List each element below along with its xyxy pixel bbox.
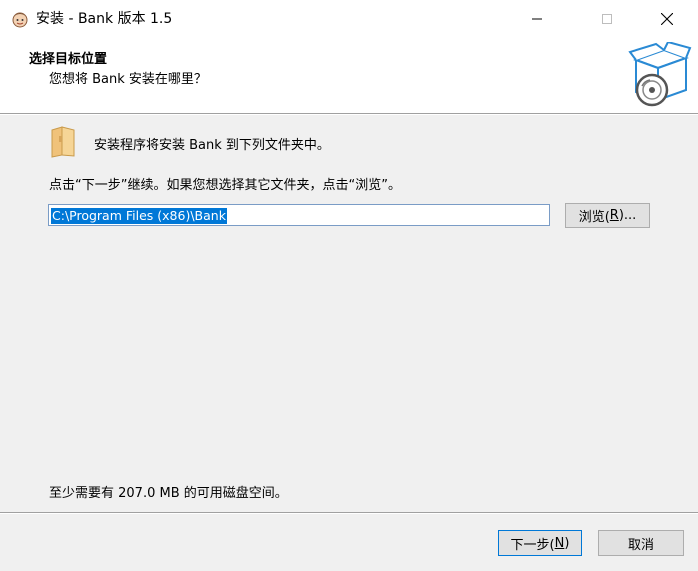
window-title: 安装 - Bank 版本 1.5 [36,11,173,27]
close-button[interactable] [644,0,690,38]
cancel-label: 取消 [627,537,654,553]
browse-label-pre: 浏览( [578,210,610,225]
browse-label-accelerator: R [609,208,619,223]
install-directory-value[interactable]: C:\Program Files (x86)\Bank [51,208,227,224]
browse-label-post: )... [618,208,637,223]
close-icon [661,13,673,25]
software-box-cd-icon [628,42,692,107]
page-subtitle: 您想将 Bank 安装在哪里？ [49,72,207,87]
cancel-button[interactable]: 取消 [598,530,684,556]
page-title: 选择目标位置 [29,52,108,67]
install-directory-input[interactable]: C:\Program Files (x86)\Bank [48,204,550,226]
next-label-pre: 下一步( [510,537,555,553]
title-bar[interactable]: 安装 - Bank 版本 1.5 [0,0,698,38]
next-button[interactable]: 下一步(N) [498,530,582,556]
browse-button[interactable]: 浏览(R)... [565,203,650,228]
instruction-text: 点击“下一步”继续。如果您想选择其它文件夹，点击“浏览”。 [49,178,401,193]
header-divider-highlight [0,114,698,115]
disk-space-requirement: 至少需要有 207.0 MB 的可用磁盘空间。 [49,486,288,501]
maximize-button[interactable] [584,0,630,38]
minimize-button[interactable] [514,0,560,38]
minimize-icon [532,18,542,20]
next-label-post: ) [564,535,570,551]
install-destination-info: 安装程序将安装 Bank 到下列文件夹中。 [94,138,330,153]
folder-icon [51,126,75,158]
maximize-icon [602,14,612,24]
next-label-accelerator: N [554,535,565,551]
wizard-header: 选择目标位置 您想将 Bank 安装在哪里？ [0,38,698,113]
installer-window: 安装 - Bank 版本 1.5 选择目标位置 您想将 Bank 安装在哪里？ [0,0,698,571]
footer-divider-highlight [0,513,698,514]
installer-face-icon [12,12,28,28]
